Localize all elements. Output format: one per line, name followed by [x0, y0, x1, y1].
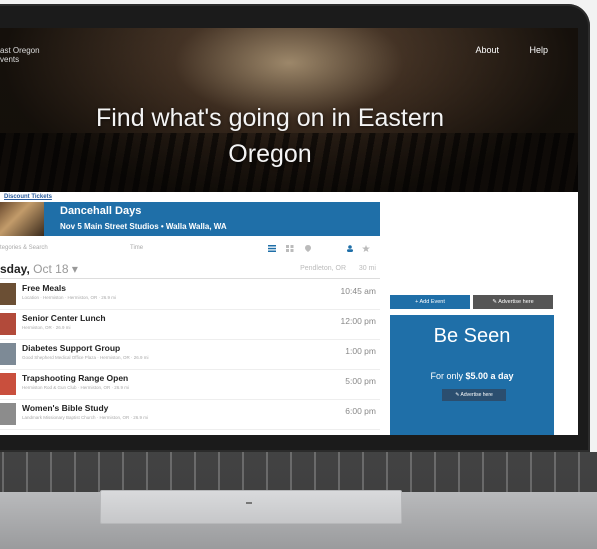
hero-banner: ast Oregon vents About Help Find what's …	[0, 28, 578, 203]
day-label[interactable]: sday, Oct 18 ▾	[0, 262, 78, 276]
categories-search[interactable]: tegories & Search	[0, 245, 48, 251]
keyboard	[0, 452, 597, 492]
event-time: 5:00 pm	[345, 376, 376, 386]
date-label: Oct 18	[33, 262, 69, 276]
user-icon[interactable]	[346, 245, 354, 254]
ad-offer-prefix: For only	[430, 371, 466, 381]
featured-title: Dancehall Days	[60, 205, 142, 217]
ad-heading: Be Seen	[433, 325, 511, 347]
event-time: 6:00 pm	[345, 406, 376, 416]
event-title: Women's Bible Study	[22, 403, 109, 413]
event-location: Landmark Missionary Baptist Church · Her…	[22, 415, 149, 420]
event-thumbnail	[0, 313, 16, 335]
weekday-label: sday,	[0, 262, 30, 276]
event-location: Good Shepherd Medical Office Plaza · Her…	[22, 355, 149, 360]
event-title: Free Meals	[22, 283, 66, 293]
list-item[interactable]: Diabetes Support Group Good Shepherd Med…	[0, 340, 380, 370]
discount-tickets-link[interactable]: Discount Tickets	[4, 194, 52, 200]
event-time: 12:00 pm	[340, 316, 376, 326]
day-header: sday, Oct 18 ▾ Pendleton, OR 30 mi	[0, 260, 380, 279]
trackpad	[100, 490, 402, 524]
nav-about[interactable]: About	[475, 45, 499, 55]
featured-event-banner[interactable]: Dancehall Days Nov 5 Main Street Studios…	[0, 202, 380, 236]
event-title: Trapshooting Range Open	[22, 373, 129, 383]
event-thumbnail	[0, 343, 16, 365]
nav-help[interactable]: Help	[529, 45, 548, 55]
hero-title: Find what's going on in Eastern Oregon	[95, 104, 445, 168]
event-list: Free Meals Location · Hermiston · Hermis…	[0, 280, 380, 430]
event-location: Location · Hermiston · Hermiston, OR · 2…	[22, 295, 117, 300]
status-led	[246, 502, 252, 504]
laptop-lid: ast Oregon vents About Help Find what's …	[0, 4, 590, 452]
advertise-button-label: Advertise here	[498, 299, 534, 305]
top-nav: About Help	[447, 45, 548, 55]
list-item[interactable]: Free Meals Location · Hermiston · Hermis…	[0, 280, 380, 310]
event-title: Senior Center Lunch	[22, 313, 106, 323]
date-caret-icon: ▾	[71, 262, 78, 276]
location-selector[interactable]: Pendleton, OR	[300, 265, 346, 272]
featured-thumbnail	[0, 202, 44, 236]
filter-toolbar: tegories & Search Time	[0, 242, 380, 256]
list-view-icon[interactable]	[268, 245, 276, 254]
time-filter[interactable]: Time	[130, 245, 143, 251]
ad-panel: Be Seen For only $5.00 a day ✎ Advertise…	[390, 315, 554, 435]
event-location: Hermiston, OR · 26.9 mi	[22, 325, 71, 330]
advertise-button[interactable]: ✎ Advertise here	[473, 295, 553, 309]
event-thumbnail	[0, 403, 16, 425]
sidebar: + Add Event ✎ Advertise here Be Seen For …	[390, 290, 554, 435]
add-event-button[interactable]: + Add Event	[390, 295, 470, 309]
laptop-screen: ast Oregon vents About Help Find what's …	[0, 28, 578, 435]
event-title: Diabetes Support Group	[22, 343, 121, 353]
event-thumbnail	[0, 373, 16, 395]
site-brand[interactable]: ast Oregon vents	[0, 46, 40, 64]
ad-offer-price: $5.00 a day	[465, 371, 514, 381]
event-time: 10:45 am	[340, 286, 376, 296]
event-location: Hermiston Rod & Gun Club · Hermiston, OR…	[22, 385, 130, 390]
grid-view-icon[interactable]	[286, 245, 294, 254]
list-item[interactable]: Women's Bible Study Landmark Missionary …	[0, 400, 380, 430]
radius-selector[interactable]: 30 mi	[359, 265, 376, 272]
ad-offer: For only $5.00 a day	[390, 371, 554, 381]
list-item[interactable]: Senior Center Lunch Hermiston, OR · 26.9…	[0, 310, 380, 340]
event-thumbnail	[0, 283, 16, 305]
main-content: Discount Tickets Dancehall Days Nov 5 Ma…	[0, 192, 578, 435]
map-pin-icon[interactable]	[304, 245, 312, 254]
star-icon[interactable]	[362, 245, 370, 254]
list-item[interactable]: Trapshooting Range Open Hermiston Rod & …	[0, 370, 380, 400]
event-time: 1:00 pm	[345, 346, 376, 356]
ad-cta-label: Advertise here	[460, 392, 493, 398]
laptop-scene: ast Oregon vents About Help Find what's …	[0, 0, 597, 549]
ad-cta-button[interactable]: ✎ Advertise here	[442, 389, 506, 401]
featured-meta: Nov 5 Main Street Studios • Walla Walla,…	[60, 222, 227, 231]
laptop-base	[0, 452, 597, 549]
